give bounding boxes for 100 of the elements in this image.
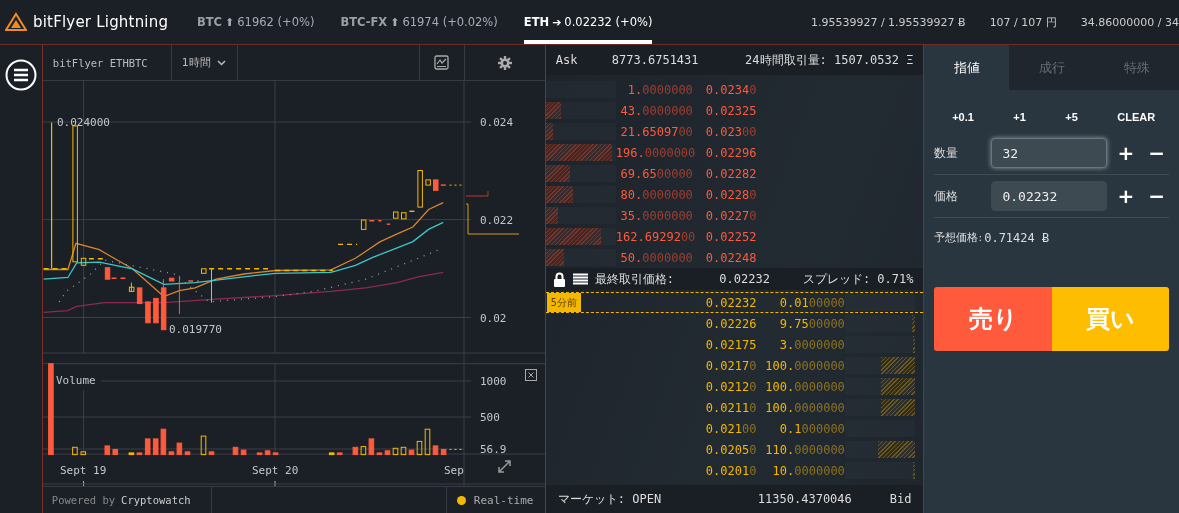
order-size: 50.0000000 [619, 250, 693, 265]
order-price: 0.02226 [705, 316, 755, 331]
interval-dropdown[interactable]: 1時間 [171, 45, 238, 80]
caret-icon [216, 59, 226, 66]
last-volume-line [448, 448, 465, 450]
estimate-value: 0.71424 Ƀ [984, 230, 1050, 245]
price-axis-label: 0.02 [479, 311, 507, 325]
decrement-button[interactable]: − [1144, 186, 1169, 206]
chart-icon[interactable] [434, 55, 450, 70]
close-icon[interactable] [524, 369, 537, 381]
bid-total: 11350.4370046 [757, 492, 852, 506]
spread-text: スプレッド: 0.71% [802, 270, 914, 288]
order-price: 0.02248 [705, 250, 755, 265]
quick-amount-button[interactable]: +0.1 [948, 102, 978, 132]
order-price: 0.02252 [705, 229, 755, 244]
order-size: 43.0000000 [619, 103, 693, 118]
ask-label: Ask [555, 53, 579, 67]
order-size: 196.0000000 [615, 145, 693, 160]
flat-candlestick-row [110, 277, 126, 279]
bid-label: Bid [889, 492, 912, 506]
price-marker-line [465, 190, 489, 197]
time-axis-label: Sep [443, 464, 464, 477]
candlestick [200, 268, 207, 274]
expand-icon[interactable] [498, 460, 511, 473]
order-size: 0.0100000 [778, 295, 845, 310]
order-price: 0.02282 [705, 166, 755, 181]
list-icon[interactable] [572, 273, 588, 285]
market-status: マーケット: OPEN [557, 490, 662, 508]
balance-text: 1.95539927 / 1.95539927 Ƀ [810, 15, 966, 29]
order-size: 100.0000000 [764, 358, 845, 373]
order-size: 10.0000000 [771, 463, 845, 478]
order-price: 0.02110 [705, 400, 755, 415]
flat-candlestick-row [187, 280, 200, 282]
order-size: 0.1000000 [778, 421, 845, 436]
time-axis-label: Sept 19 [59, 464, 107, 477]
order-price: 0.02340 [705, 82, 755, 97]
feed-label: Real-time [473, 493, 534, 507]
order-price: 0.02100 [705, 421, 755, 436]
order-size: 100.0000000 [764, 379, 845, 394]
flat-candlestick-row [88, 258, 104, 260]
increment-button[interactable]: + [1113, 143, 1139, 163]
order-price: 0.02296 [705, 145, 755, 160]
volume-axis-label: 500 [479, 411, 500, 424]
flat-candlestick-row [385, 223, 391, 225]
order-size: 1.0000000 [626, 82, 693, 97]
price-axis-label: 0.022 [479, 213, 513, 227]
time-badge: 5分前 [546, 293, 581, 312]
ticker-tab[interactable]: BTC ⬆ 61962 (+0%) [197, 0, 315, 44]
last-price-line [448, 184, 465, 186]
flat-candlestick-row [337, 243, 358, 246]
input-field[interactable]: 0.02232 [991, 181, 1108, 211]
estimate-label: 予想価格: [934, 230, 983, 245]
price-marker-line [465, 203, 520, 235]
logo-icon [5, 12, 27, 32]
pair-label: bitFlyer ETHBTC [42, 45, 172, 80]
quick-amount-button[interactable]: +5 [1061, 102, 1082, 132]
last-price: 0.02232 [719, 272, 770, 286]
increment-button[interactable]: + [1113, 186, 1139, 206]
flat-candlestick-row [439, 184, 447, 186]
input-field[interactable]: 32 [991, 138, 1108, 168]
decrement-button[interactable]: − [1144, 143, 1169, 163]
field-label: 数量 [934, 145, 960, 161]
order-price: 0.02120 [705, 379, 755, 394]
volume-bar [71, 446, 78, 456]
settings-icon[interactable] [497, 55, 512, 70]
field-label: 価格 [934, 188, 960, 204]
order-size: 9.7500000 [778, 316, 845, 331]
order-size: 110.0000000 [764, 442, 845, 457]
order-price: 0.02170 [705, 358, 755, 373]
ticker-tab[interactable]: BTC-FX ⬆ 61974 (+0.02%) [340, 0, 498, 44]
order-price: 0.02050 [705, 442, 755, 457]
order-price: 0.02300 [705, 124, 755, 139]
volume-axis-label: 56.9 [479, 443, 507, 456]
order-price: 0.02270 [705, 208, 755, 223]
time-axis-label: Sept 20 [251, 464, 299, 477]
order-size: 21.6509700 [619, 124, 693, 139]
volume-bar [104, 445, 110, 456]
order-size: 35.0000000 [619, 208, 693, 223]
ask-total: 8773.6751431 [611, 53, 699, 67]
volume-axis-label: 1000 [479, 375, 507, 388]
order-price: 0.02175 [705, 337, 755, 352]
flat-candlestick-row [408, 210, 416, 212]
candlestick [360, 219, 367, 230]
candlestick [145, 301, 151, 324]
lock-icon[interactable] [552, 271, 566, 287]
volume-24h-text: 24時間取引量: 1507.0532 Ξ [745, 51, 914, 69]
price-axis-label: 0.024 [479, 116, 513, 129]
order-size: 3.0000000 [778, 337, 845, 352]
candlestick [210, 268, 212, 304]
menu-icon[interactable] [4, 59, 37, 91]
order-size: 80.0000000 [619, 187, 693, 202]
order-price: 0.02232 [705, 295, 755, 310]
candlestick [80, 257, 87, 266]
quick-amount-button[interactable]: +1 [1009, 102, 1030, 132]
low-price-label: 0.019770 [168, 323, 222, 336]
quick-amount-button[interactable]: CLEAR [1113, 102, 1160, 132]
volume-label: Volume [55, 374, 96, 387]
attribution-text: Powered by Cryptowatch [42, 487, 212, 513]
logo-text: bitFlyer Lightning [33, 13, 169, 31]
order-price: 0.02325 [705, 103, 755, 118]
